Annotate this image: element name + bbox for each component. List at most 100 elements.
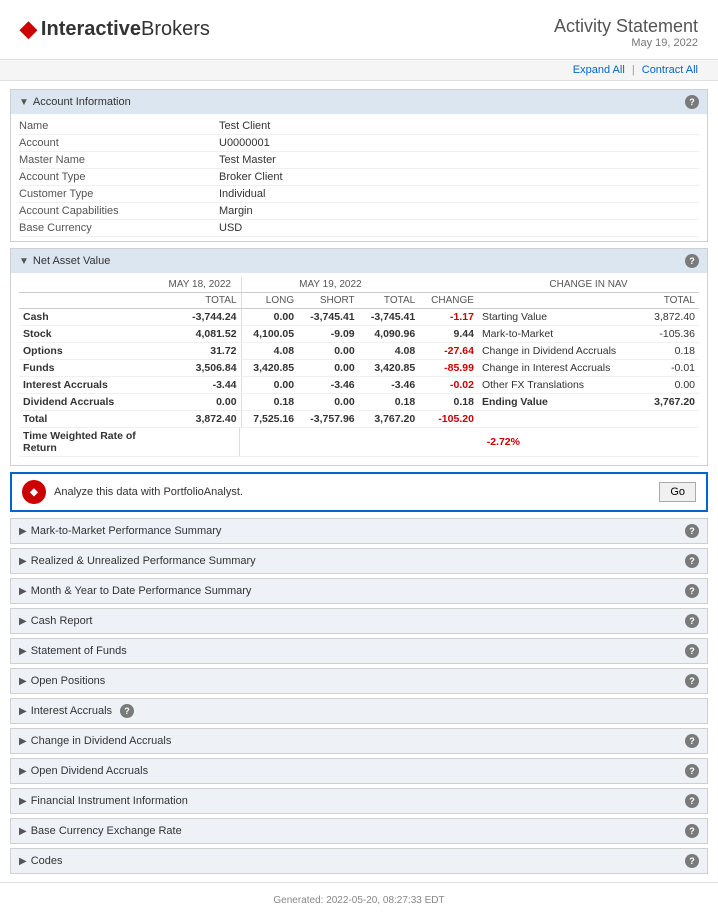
financial-instrument-info-header[interactable]: ▶ Financial Instrument Information ? (11, 789, 707, 813)
change-dividend-accruals-help-icon[interactable]: ? (685, 734, 699, 748)
account-info-row: Master NameTest Master (19, 152, 699, 169)
change-nav-value: -105.36 (642, 326, 699, 343)
financial-instrument-info-help-icon[interactable]: ? (685, 794, 699, 808)
chevron-right-icon: ▶ (19, 646, 27, 657)
change-nav-value: -0.01 (642, 360, 699, 377)
contract-all-link[interactable]: Contract All (642, 64, 698, 76)
nav-table-row: Funds 3,506.84 3,420.85 0.00 3,420.85 -8… (19, 360, 699, 377)
change-nav-label: Other FX Translations (478, 377, 642, 394)
codes-header[interactable]: ▶ Codes ? (11, 849, 707, 873)
statement-info: Activity Statement May 19, 2022 (554, 16, 698, 49)
section-base-currency-exchange: ▶ Base Currency Exchange Rate ? (10, 818, 708, 844)
info-value: Test Client (219, 120, 699, 132)
generated-text: Generated: 2022-05-20, 08:27:33 EDT (273, 895, 444, 906)
expand-all-link[interactable]: Expand All (573, 64, 625, 76)
nav-row-name: Total (19, 411, 159, 428)
change-nav-value: 0.18 (642, 343, 699, 360)
nav-row-name: Options (19, 343, 159, 360)
month-year-to-date-help-icon[interactable]: ? (685, 584, 699, 598)
cash-report-help-icon[interactable]: ? (685, 614, 699, 628)
section-financial-instrument-info: ▶ Financial Instrument Information ? (10, 788, 708, 814)
col-total-may18: TOTAL (159, 293, 241, 309)
section-title-label: Change in Dividend Accruals (31, 735, 172, 747)
statement-of-funds-header[interactable]: ▶ Statement of Funds ? (11, 639, 707, 663)
info-value: Broker Client (219, 171, 699, 183)
realized-unrealized-help-icon[interactable]: ? (685, 554, 699, 568)
cash-report-header[interactable]: ▶ Cash Report ? (11, 609, 707, 633)
nav-may19-total: -3.46 (359, 377, 420, 394)
statement-title: Activity Statement (554, 16, 698, 37)
info-label: Master Name (19, 154, 219, 166)
account-info-row: Customer TypeIndividual (19, 186, 699, 203)
info-value: Individual (219, 188, 699, 200)
nav-may19-long: 4.08 (241, 343, 298, 360)
chevron-right-icon: ▶ (19, 556, 27, 567)
twrr-label: Time Weighted Rate of Return (19, 428, 159, 457)
account-info-help-icon[interactable]: ? (685, 95, 699, 109)
col-long: LONG (241, 293, 298, 309)
change-nav-label: Change in Dividend Accruals (478, 343, 642, 360)
interest-accruals-header[interactable]: ▶ Interest Accruals? (11, 699, 707, 723)
info-label: Account (19, 137, 219, 149)
nav-row-name: Cash (19, 309, 159, 326)
open-dividend-accruals-header[interactable]: ▶ Open Dividend Accruals ? (11, 759, 707, 783)
chevron-right-icon: ▶ (19, 736, 27, 747)
chevron-right-icon: ▶ (19, 676, 27, 687)
change-nav-value: 3,767.20 (642, 394, 699, 411)
section-title-label: Financial Instrument Information (31, 795, 188, 807)
base-currency-exchange-header[interactable]: ▶ Base Currency Exchange Rate ? (11, 819, 707, 843)
nav-may19-total: 4,090.96 (359, 326, 420, 343)
info-label: Account Capabilities (19, 205, 219, 217)
twrr-row: Time Weighted Rate of Return -2.72% (19, 428, 699, 457)
realized-unrealized-header[interactable]: ▶ Realized & Unrealized Performance Summ… (11, 549, 707, 573)
section-codes: ▶ Codes ? (10, 848, 708, 874)
section-change-dividend-accruals: ▶ Change in Dividend Accruals ? (10, 728, 708, 754)
open-positions-help-icon[interactable]: ? (685, 674, 699, 688)
nav-may19-short: 0.00 (298, 360, 359, 377)
logo: ◆ InteractiveBrokers (20, 16, 210, 42)
net-asset-value-header[interactable]: ▼ Net Asset Value ? (11, 249, 707, 273)
info-label: Customer Type (19, 188, 219, 200)
col-change: CHANGE (419, 293, 478, 309)
base-currency-exchange-help-icon[interactable]: ? (685, 824, 699, 838)
nav-may19-short: -9.09 (298, 326, 359, 343)
mark-to-market-help-icon[interactable]: ? (685, 524, 699, 538)
month-year-to-date-header[interactable]: ▶ Month & Year to Date Performance Summa… (11, 579, 707, 603)
nav-change: -1.17 (419, 309, 478, 326)
section-title-label: Statement of Funds (31, 645, 127, 657)
change-nav-value: 0.00 (642, 377, 699, 394)
page-header: ◆ InteractiveBrokers Activity Statement … (0, 0, 718, 59)
logo-icon: ◆ (20, 16, 37, 42)
chevron-right-icon: ▶ (19, 616, 27, 627)
account-info-row: NameTest Client (19, 118, 699, 135)
portfolio-analyst-icon: ◆ (22, 480, 46, 504)
open-positions-header[interactable]: ▶ Open Positions ? (11, 669, 707, 693)
account-info-row: Base CurrencyUSD (19, 220, 699, 237)
interest-accruals-help-mid[interactable]: ? (120, 704, 134, 718)
change-dividend-accruals-header[interactable]: ▶ Change in Dividend Accruals ? (11, 729, 707, 753)
section-title-label: Mark-to-Market Performance Summary (31, 525, 222, 537)
nav-row-name: Interest Accruals (19, 377, 159, 394)
change-nav-label: Ending Value (478, 394, 642, 411)
nav-table-row: Cash -3,744.24 0.00 -3,745.41 -3,745.41 … (19, 309, 699, 326)
nav-help-icon[interactable]: ? (685, 254, 699, 268)
section-title-label: Month & Year to Date Performance Summary (31, 585, 252, 597)
portfolio-analyst-go-button[interactable]: Go (659, 482, 696, 502)
nav-may18-total: 31.72 (159, 343, 241, 360)
twrr-value: -2.72% (464, 428, 524, 457)
nav-may19-total: 4.08 (359, 343, 420, 360)
nav-may19-total: 0.18 (359, 394, 420, 411)
codes-help-icon[interactable]: ? (685, 854, 699, 868)
logo-text: InteractiveBrokers (41, 18, 210, 41)
nav-may19-long: 0.18 (241, 394, 298, 411)
info-label: Base Currency (19, 222, 219, 234)
chevron-right-icon: ▶ (19, 586, 27, 597)
section-title-label: Realized & Unrealized Performance Summar… (31, 555, 256, 567)
mark-to-market-header[interactable]: ▶ Mark-to-Market Performance Summary ? (11, 519, 707, 543)
chevron-right-icon: ▶ (19, 796, 27, 807)
may18-header: MAY 18, 2022 (159, 277, 241, 293)
nav-table-row: Total 3,872.40 7,525.16 -3,757.96 3,767.… (19, 411, 699, 428)
statement-of-funds-help-icon[interactable]: ? (685, 644, 699, 658)
account-information-header[interactable]: ▼ Account Information ? (11, 90, 707, 114)
info-value: Margin (219, 205, 699, 217)
